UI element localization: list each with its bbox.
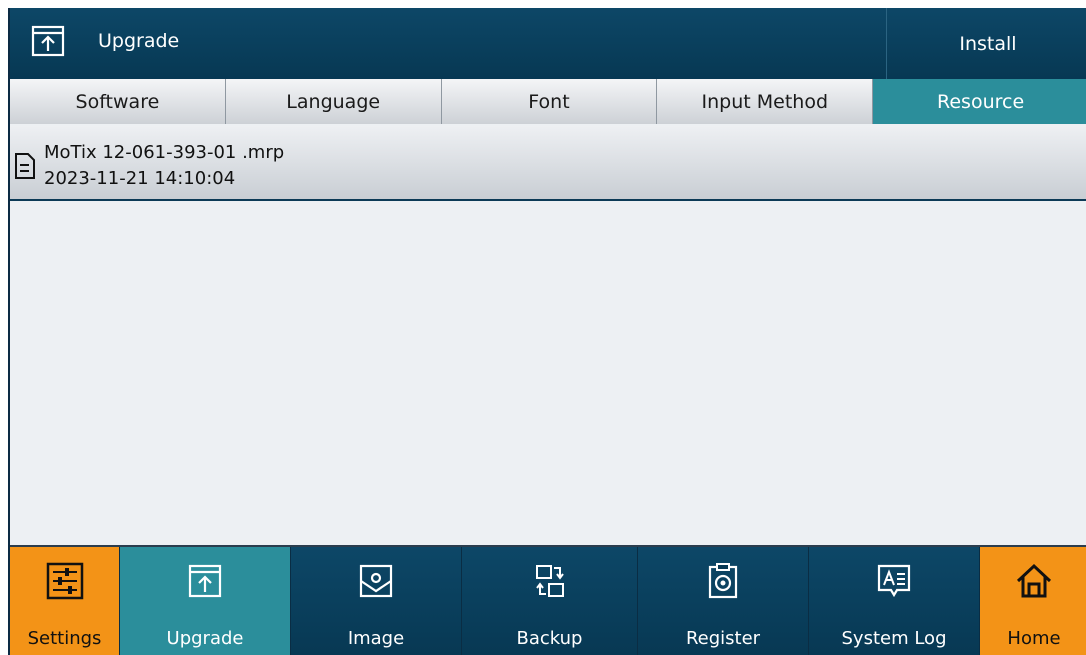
tab-font[interactable]: Font bbox=[441, 79, 658, 124]
nav-label: System Log bbox=[841, 628, 947, 649]
nav-image[interactable]: Image bbox=[291, 547, 462, 655]
nav-home[interactable]: Home bbox=[980, 547, 1086, 655]
upload-box-icon bbox=[188, 564, 222, 598]
page-title: Upgrade bbox=[98, 30, 180, 52]
register-clipboard-icon bbox=[708, 563, 738, 599]
header-divider bbox=[886, 8, 887, 79]
bottom-nav: Settings Upgrade Image Backup Register S… bbox=[10, 545, 1086, 655]
sliders-icon bbox=[46, 562, 83, 600]
install-button[interactable]: Install bbox=[888, 8, 1086, 79]
upgrade-screen: Upgrade Install Software Language Font I… bbox=[8, 8, 1086, 655]
tab-resource[interactable]: Resource bbox=[873, 79, 1086, 124]
nav-register[interactable]: Register bbox=[638, 547, 809, 655]
file-date: 2023-11-21 14:10:04 bbox=[44, 168, 236, 189]
backup-icon bbox=[535, 565, 564, 597]
nav-settings[interactable]: Settings bbox=[10, 547, 120, 655]
upload-box-icon bbox=[31, 25, 65, 57]
nav-label: Upgrade bbox=[166, 628, 244, 649]
category-tabs: Software Language Font Input Method Reso… bbox=[10, 79, 1086, 124]
tab-language[interactable]: Language bbox=[225, 79, 442, 124]
list-item[interactable]: MoTix 12-061-393-01 .mrp 2023-11-21 14:1… bbox=[10, 126, 1086, 201]
tab-input-method[interactable]: Input Method bbox=[657, 79, 874, 124]
nav-label: Settings bbox=[27, 628, 102, 649]
header-bar: Upgrade Install bbox=[10, 8, 1086, 80]
nav-label: Image bbox=[347, 628, 405, 649]
file-name: MoTix 12-061-393-01 .mrp bbox=[44, 142, 285, 163]
nav-label: Backup bbox=[516, 628, 583, 649]
system-log-icon bbox=[877, 564, 911, 598]
home-icon bbox=[1016, 563, 1052, 598]
nav-label: Home bbox=[1007, 628, 1061, 649]
nav-backup[interactable]: Backup bbox=[462, 547, 638, 655]
image-tag-icon bbox=[359, 564, 393, 598]
nav-system-log[interactable]: System Log bbox=[809, 547, 980, 655]
document-icon bbox=[15, 153, 35, 179]
nav-upgrade[interactable]: Upgrade bbox=[120, 547, 291, 655]
nav-label: Register bbox=[685, 628, 761, 649]
tab-software[interactable]: Software bbox=[10, 79, 226, 124]
file-list: MoTix 12-061-393-01 .mrp 2023-11-21 14:1… bbox=[10, 124, 1086, 545]
